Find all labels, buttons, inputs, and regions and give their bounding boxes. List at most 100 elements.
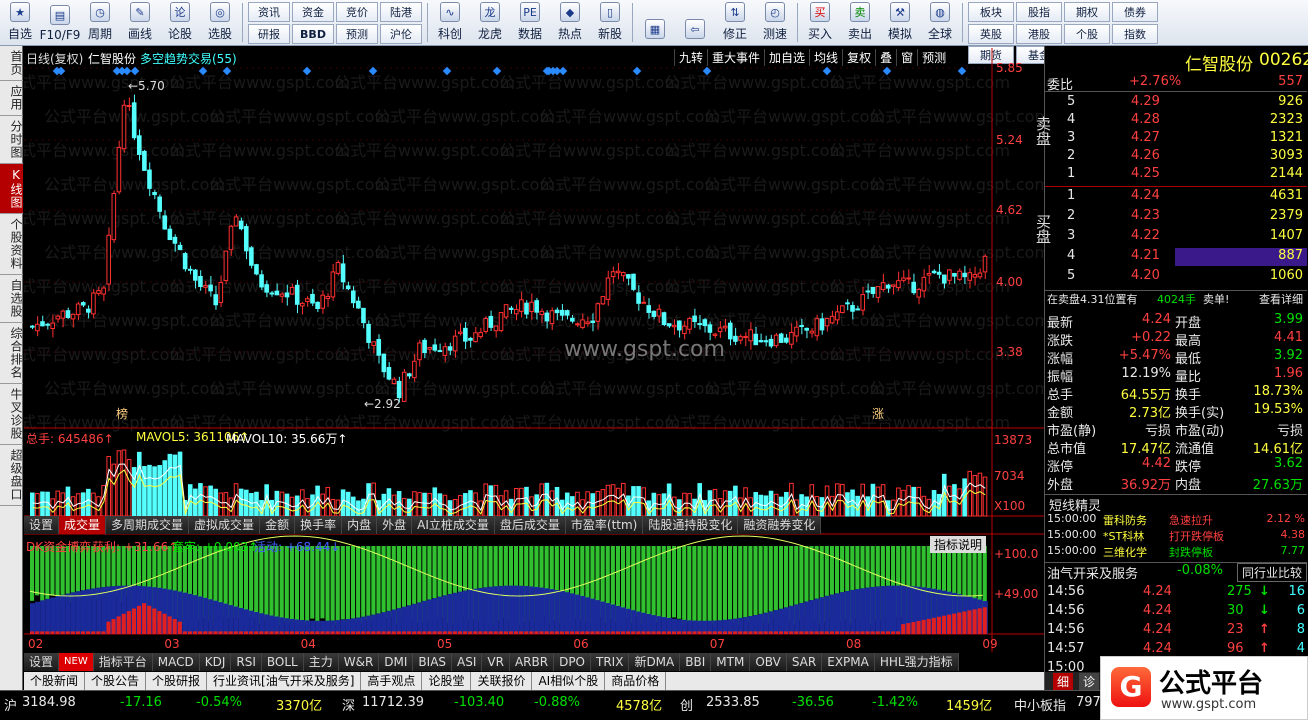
left-nav-item[interactable]: 首页 (0, 46, 23, 81)
sell-price[interactable]: 4.26 (1131, 148, 1160, 163)
sell-price[interactable]: 4.25 (1131, 166, 1160, 181)
chart-tool-button[interactable]: 重大事件 (707, 49, 764, 66)
sell-price[interactable]: 4.27 (1131, 130, 1160, 145)
indicator-tab[interactable]: 新DMA (629, 653, 681, 671)
toolbar-grid-button[interactable]: BBD (292, 24, 334, 44)
hot-button[interactable]: ◆ 热点 (550, 0, 590, 45)
star-button[interactable]: ★ 自选 (0, 0, 40, 45)
chart-tool-button[interactable]: 九转 (674, 49, 707, 66)
indicator-tab[interactable]: 设置 (24, 653, 60, 671)
clock-button[interactable]: ◴ 测速 (755, 0, 795, 45)
volume-tab[interactable]: AI立桩成交量 (412, 516, 495, 534)
sell-price[interactable]: 4.29 (1131, 94, 1160, 109)
news-tab[interactable]: 论股堂 (422, 672, 472, 690)
market-grid-button[interactable]: 债券 (1112, 2, 1158, 22)
kline-chart-area[interactable]: 公式平台www.gspt.com公式平台www.gspt.com公式平台www.… (24, 48, 1044, 672)
pen-button[interactable]: ✎ 画线 (120, 0, 160, 45)
chart-tool-button[interactable]: 预测 (917, 49, 950, 66)
buy-button[interactable]: 买买入 (800, 0, 840, 45)
market-grid-button[interactable]: 个股 (1064, 24, 1110, 44)
news-tab[interactable]: 个股公告 (85, 672, 147, 690)
indicator-tab[interactable]: OBV (750, 653, 787, 671)
volume-tab[interactable]: 金额 (260, 516, 296, 534)
news-tab[interactable]: 商品价格 (605, 672, 667, 690)
volume-tab[interactable]: 虚拟成交量 (189, 516, 261, 534)
indicator-tab[interactable]: SAR (786, 653, 823, 671)
buy-price[interactable]: 4.23 (1131, 208, 1160, 223)
document-button[interactable]: ▤ F10/F9 (40, 0, 80, 45)
indicator-tab[interactable]: TRIX (591, 653, 630, 671)
back-arrow-button[interactable]: ⇦ (675, 0, 715, 45)
indicator-tab[interactable]: ARBR (509, 653, 555, 671)
left-nav-item[interactable]: 综合排名 (0, 323, 23, 384)
volume-tab[interactable]: 陆股通持股变化 (643, 516, 739, 534)
left-nav-item[interactable]: 分时图 (0, 116, 23, 164)
toolbar-grid-button[interactable]: 资金 (292, 2, 334, 22)
sh-index[interactable]: 3184.98 (22, 695, 76, 710)
clock-cycle-button[interactable]: ◷ 周期 (80, 0, 120, 45)
market-grid-button[interactable]: 港股 (1016, 24, 1062, 44)
buy-price[interactable]: 4.21 (1131, 248, 1160, 263)
left-nav-item[interactable]: 应用 (0, 81, 23, 116)
sell-button[interactable]: 卖卖出 (840, 0, 880, 45)
chart-tool-button[interactable]: 均线 (809, 49, 842, 66)
volume-tab[interactable]: 成交量 (59, 516, 107, 534)
left-nav-item[interactable]: K线图 (0, 164, 23, 214)
chart-tool-button[interactable]: 加自选 (764, 49, 809, 66)
market-grid-button[interactable]: 期权 (1064, 2, 1110, 22)
indicator-tab[interactable]: VR (482, 653, 510, 671)
volume-tab[interactable]: 换手率 (295, 516, 343, 534)
chart-tool-button[interactable]: 叠 (875, 49, 896, 66)
left-nav-item[interactable]: 超级盘口 (0, 445, 23, 506)
up-down-button[interactable]: ⇅ 修正 (715, 0, 755, 45)
indicator-tab[interactable]: BOLL (261, 653, 304, 671)
chart-tool-button[interactable]: 窗 (896, 49, 917, 66)
toolbar-grid-button[interactable]: 预测 (336, 24, 378, 44)
indicator-help-button[interactable]: 指标说明 (930, 536, 987, 553)
zx-index[interactable]: 797 (1076, 695, 1101, 710)
volume-tab[interactable]: 设置 (24, 516, 60, 534)
market-grid-button[interactable]: 指数 (1112, 24, 1158, 44)
indicator-tab[interactable]: 指标平台 (93, 653, 153, 671)
pe-button[interactable]: PE 数据 (510, 0, 550, 45)
left-nav-item[interactable]: 自选股 (0, 275, 23, 323)
volume-tab[interactable]: 盘后成交量 (494, 516, 566, 534)
news-tab[interactable]: 关联报价 (471, 672, 533, 690)
market-grid-button[interactable]: 股指 (1016, 2, 1062, 22)
layout-grid-button[interactable]: ▦ (635, 0, 675, 45)
detail-tab[interactable]: 诊 (1079, 673, 1100, 690)
chart-button[interactable]: ∿ 科创 (430, 0, 470, 45)
cy-index[interactable]: 2533.85 (706, 695, 760, 710)
target-button[interactable]: ◎ 选股 (200, 0, 240, 45)
volume-tab[interactable]: 融资融券变化 (738, 516, 822, 534)
short-stock[interactable]: 三维化学 (1103, 544, 1147, 560)
indicator-tab[interactable]: MACD (152, 653, 200, 671)
ipo-button[interactable]: ▯ 新股 (590, 0, 630, 45)
hammer-button[interactable]: ⚒ 模拟 (880, 0, 920, 45)
market-grid-button[interactable]: 板块 (968, 2, 1014, 22)
left-nav-item[interactable]: 牛叉诊股 (0, 384, 23, 445)
dragon-button[interactable]: 龙龙虎 (470, 0, 510, 45)
volume-tab[interactable]: 内盘 (342, 516, 378, 534)
indicator-tab[interactable]: MTM (711, 653, 751, 671)
globe-button[interactable]: ◍ 全球 (920, 0, 960, 45)
discuss-button[interactable]: 论论股 (160, 0, 200, 45)
chart-tool-button[interactable]: 复权 (842, 49, 875, 66)
short-stock[interactable]: 雷科防务 (1103, 512, 1147, 528)
indicator-tab[interactable]: 主力 (303, 653, 339, 671)
buy-price[interactable]: 4.22 (1131, 228, 1160, 243)
indicator-tab[interactable]: W&R (338, 653, 380, 671)
sz-index[interactable]: 11712.39 (362, 695, 424, 710)
market-grid-button[interactable]: 英股 (968, 24, 1014, 44)
indicator-tab[interactable]: EXPMA (822, 653, 875, 671)
news-tab[interactable]: 个股新闻 (24, 672, 86, 690)
kline-chart[interactable]: 公式平台www.gspt.com公式平台www.gspt.com公式平台www.… (24, 48, 1044, 672)
buy-price[interactable]: 4.20 (1131, 268, 1160, 283)
news-tab[interactable]: 高手观点 (361, 672, 423, 690)
indicator-tab[interactable]: BBI (680, 653, 712, 671)
indicator-tab[interactable]: ASI (452, 653, 483, 671)
sell-price[interactable]: 4.28 (1131, 112, 1160, 127)
volume-tab[interactable]: 市盈率(ttm) (565, 516, 644, 534)
indicator-tab[interactable]: KDJ (199, 653, 232, 671)
industry-compare-button[interactable]: 同行业比较 (1236, 563, 1307, 582)
